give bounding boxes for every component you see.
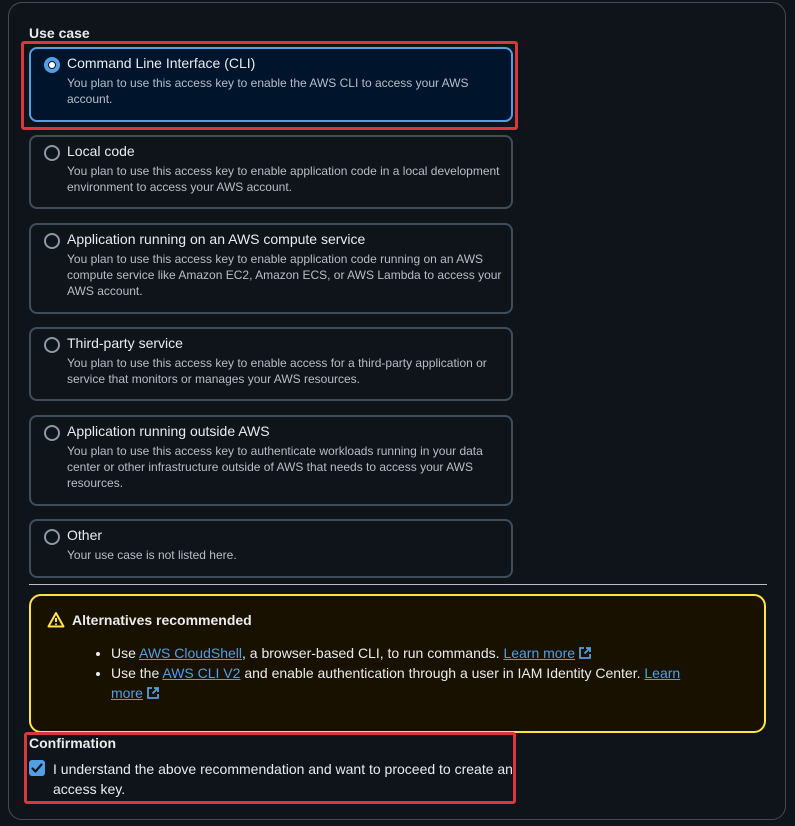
radio-local-code[interactable]	[44, 145, 60, 161]
radio-cli[interactable]	[44, 57, 60, 73]
alert-item-cloudshell: Use AWS CloudShell, a browser-based CLI,…	[111, 643, 711, 663]
option-description: You plan to use this access key to enabl…	[67, 164, 500, 194]
divider	[29, 584, 767, 585]
option-description: You plan to use this access key to enabl…	[67, 252, 502, 298]
checkmark-icon	[31, 763, 43, 773]
external-link-icon	[147, 687, 159, 699]
option-description: Your use case is not listed here.	[67, 548, 237, 562]
alert-title: Alternatives recommended	[72, 612, 252, 628]
item-text: Use	[111, 645, 140, 661]
warning-icon	[47, 612, 65, 628]
external-link-icon	[579, 647, 591, 659]
alert-item-cli-v2: Use the AWS CLI V2 and enable authentica…	[111, 663, 711, 703]
option-cli[interactable]: Command Line Interface (CLI) You plan to…	[29, 47, 513, 122]
confirmation-text[interactable]: I understand the above recommendation an…	[53, 759, 513, 799]
cloudshell-link[interactable]: AWS CloudShell	[139, 645, 242, 661]
cli-v2-link[interactable]: AWS CLI V2	[162, 665, 240, 681]
option-third-party[interactable]: Third-party service You plan to use this…	[29, 327, 513, 401]
item-text: Use the	[111, 665, 163, 681]
confirmation-label: Confirmation	[29, 735, 117, 751]
option-title: Other	[67, 527, 103, 543]
alert-list: Use AWS CloudShell, a browser-based CLI,…	[89, 643, 711, 703]
option-description: You plan to use this access key to enabl…	[67, 356, 487, 386]
radio-aws-compute[interactable]	[44, 233, 60, 249]
option-outside-aws[interactable]: Application running outside AWS You plan…	[29, 415, 513, 506]
option-aws-compute[interactable]: Application running on an AWS compute se…	[29, 223, 513, 314]
option-description: You plan to use this access key to enabl…	[67, 76, 469, 106]
radio-third-party[interactable]	[44, 337, 60, 353]
option-description: You plan to use this access key to authe…	[67, 444, 483, 490]
option-local-code[interactable]: Local code You plan to use this access k…	[29, 135, 513, 209]
learn-more-link[interactable]: Learn more	[503, 645, 575, 661]
option-title: Third-party service	[67, 335, 183, 351]
radio-other[interactable]	[44, 529, 60, 545]
alternatives-alert: Alternatives recommended Use AWS CloudSh…	[29, 594, 766, 733]
confirmation-checkbox[interactable]	[29, 760, 45, 776]
option-title: Application running outside AWS	[67, 423, 270, 439]
radio-outside-aws[interactable]	[44, 425, 60, 441]
learn-more-text: Learn more	[503, 645, 576, 661]
item-text: , a browser-based CLI, to run commands.	[242, 645, 504, 661]
use-case-label: Use case	[29, 25, 90, 41]
option-other[interactable]: Other Your use case is not listed here.	[29, 519, 513, 578]
option-title: Application running on an AWS compute se…	[67, 231, 366, 247]
option-title: Command Line Interface (CLI)	[67, 55, 256, 71]
item-text: and enable authentication through a user…	[240, 665, 645, 681]
option-title: Local code	[67, 143, 135, 159]
